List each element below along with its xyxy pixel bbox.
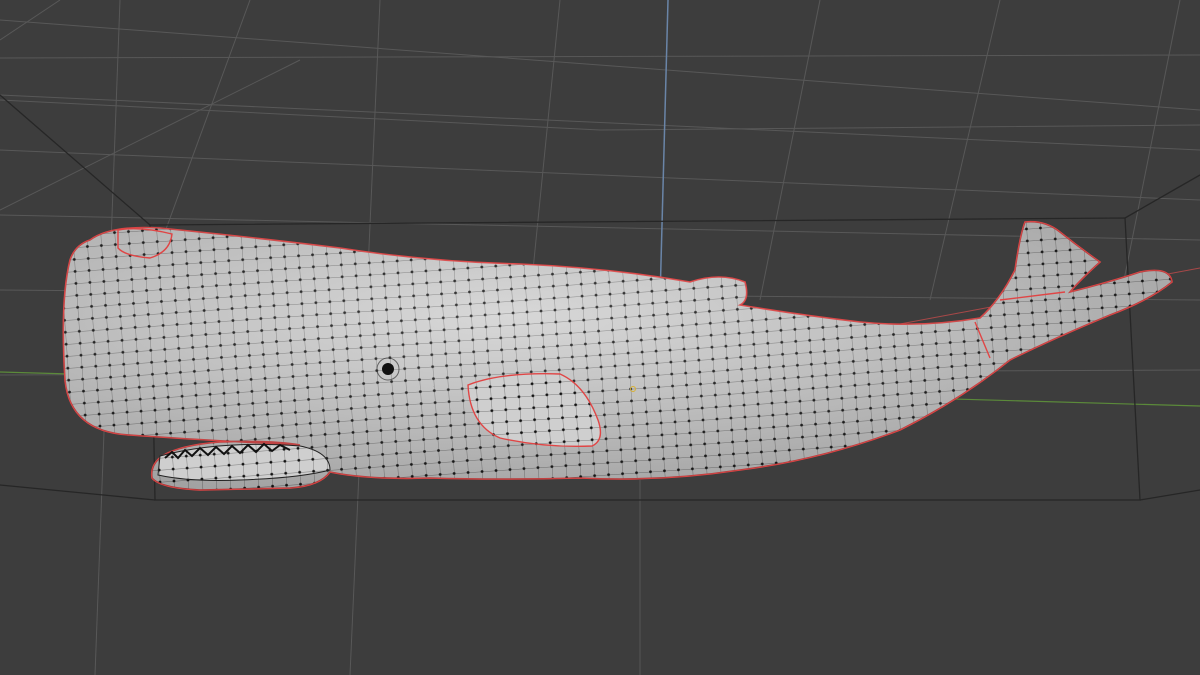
z-axis-line bbox=[659, 0, 669, 301]
3d-viewport[interactable] bbox=[0, 0, 1200, 675]
viewport-canvas[interactable] bbox=[0, 0, 1200, 675]
whale-eye bbox=[382, 363, 394, 375]
whale-mesh[interactable] bbox=[62, 220, 1173, 491]
